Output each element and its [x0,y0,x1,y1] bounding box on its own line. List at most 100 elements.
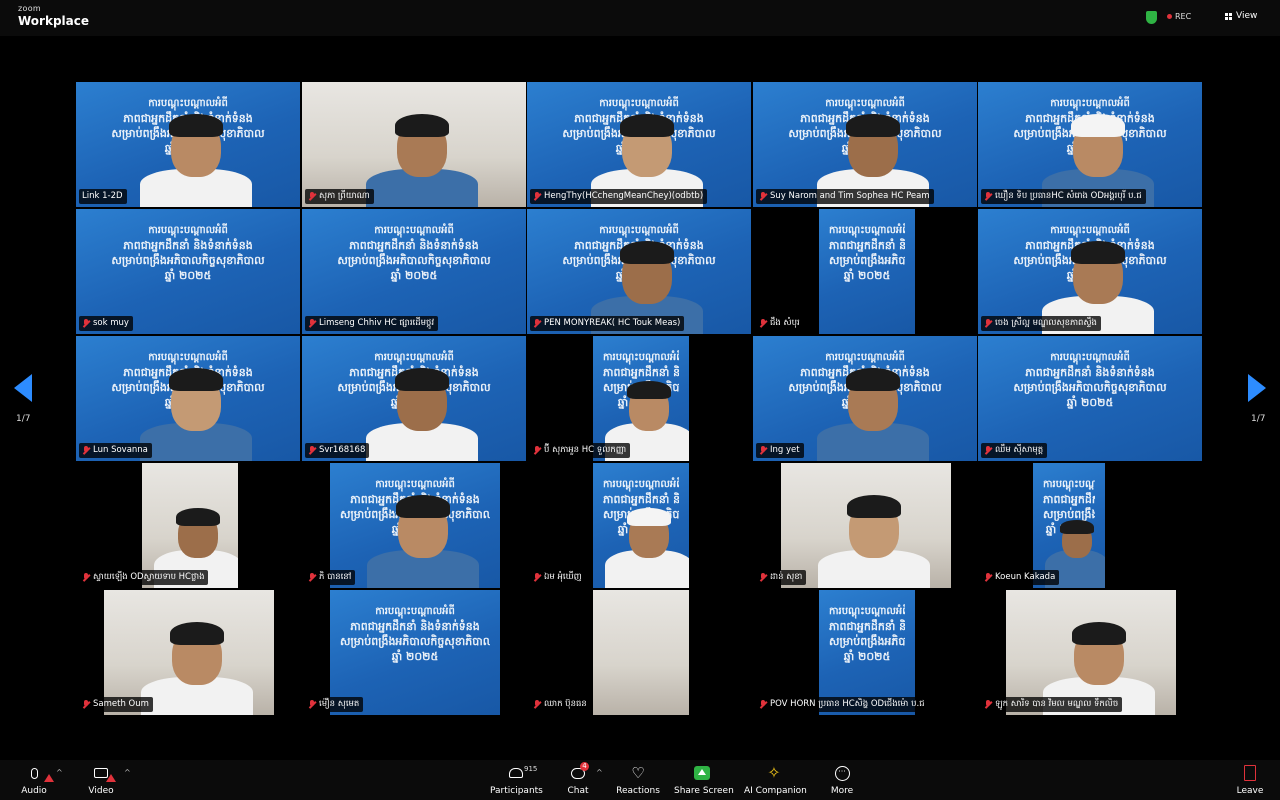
participant-tile[interactable]: ឡូក សារិទ បាន វិមល មណ្ឌល ទឹកលិច [978,590,1202,715]
ai-companion-label: AI Companion [744,786,807,796]
page-indicator-left: 1/7 [16,414,31,424]
participants-button[interactable]: 915 Participants [490,764,543,796]
participant-tile[interactable]: ការបណ្តុះបណ្តាលអំពីភាពជាអ្នកដឹកនាំ និងទំ… [302,590,526,715]
leave-button[interactable]: Leave [1236,764,1264,796]
mic-muted-icon [308,192,316,201]
slide-text-line: ការបណ្តុះបណ្តាលអំពី [374,225,454,236]
participant-name: Lun Sovanna [93,445,148,455]
previous-page-arrow-icon[interactable] [14,374,32,402]
participant-tile[interactable]: ការបណ្តុះបណ្តាលអំពីភាពជាអ្នកដឹកនាំ និងទំ… [76,82,300,207]
audio-button[interactable]: Audio [20,764,54,796]
share-screen-button[interactable]: Share Screen [674,764,734,796]
slide-text-line: សម្រាប់ពង្រឹងអភិបាលកិច្ចសុខាភិបាល [340,635,490,648]
participant-silhouette [136,107,256,207]
meeting-toolbar: Audio ^ Video ^ 915 Participants 4 Chat … [0,760,1280,800]
participant-name-label: HengThy(HCchengMeanChey)(odbtb) [530,189,708,204]
participant-name-label: ឡូក សារិទ បាន វិមល មណ្ឌល ទឹកលិច [981,697,1123,712]
participant-tile[interactable]: ការបណ្តុះបណ្តាលអំពីភាពជាអ្នកដឹកនាំ និងទំ… [753,209,977,334]
participant-tile[interactable]: ការបណ្តុះបណ្តាលអំពីភាពជាអ្នកដឹកនាំ និងទំ… [302,336,526,461]
chat-unread-badge: 4 [580,762,589,771]
participant-name: ឯម អុំឃើញ [544,572,582,582]
video-options-chevron-icon[interactable]: ^ [124,768,131,777]
participant-name-label: sok muy [79,316,133,331]
audio-options-chevron-icon[interactable]: ^ [56,768,63,777]
slide-text-line: ឆ្នាំ ២០២៥ [164,269,212,282]
participant-silhouette [362,361,482,461]
shared-slide-banner: ការបណ្តុះបណ្តាលអំពីភាពជាអ្នកដឹកនាំ និងទំ… [86,223,290,283]
recording-indicator[interactable]: REC [1167,12,1191,21]
participant-name: ជឹង សំបុរ [770,318,800,328]
participant-video: ការបណ្តុះបណ្តាលអំពីភាពជាអ្នកដឹកនាំ និងទំ… [593,463,689,588]
participant-name-label: Limseng Chhiv HC ផ្សារដើមថ្កូវ [305,316,439,331]
participant-tile[interactable]: ការបណ្តុះបណ្តាលអំពីភាពជាអ្នកដឹកនាំ និងទំ… [753,336,977,461]
reactions-label: Reactions [616,786,660,796]
participant-tile[interactable]: ការបណ្តុះបណ្តាលអំពីភាពជាអ្នកដឹកនាំ និងទំ… [753,590,977,715]
participant-tile[interactable]: ការបណ្តុះបណ្តាលអំពីភាពជាអ្នកដឹកនាំ និងទំ… [978,463,1202,588]
video-button[interactable]: Video [86,764,116,796]
participant-name: សុភា ព្រីយាណា [319,191,370,201]
participant-tile[interactable]: Sameth Oum [76,590,300,715]
participant-video: ការបណ្តុះបណ្តាលអំពីភាពជាអ្នកដឹកនាំ និងទំ… [819,209,915,334]
participant-tile[interactable]: ការបណ្តុះបណ្តាលអំពីភាពជាអ្នកដឹកនាំ និងទំ… [302,209,526,334]
participant-tile[interactable]: ឈាក ប៊ុនធន [527,590,751,715]
more-button[interactable]: ··· More [828,764,856,796]
participant-name-label: POV HORN ប្រធាន HCសិង្ហ ODជើងម៉ោ ប.ជ [756,697,929,712]
participant-name-label: ម៉ឿន សុមេត [305,697,364,712]
participant-tile[interactable]: ការបណ្តុះបណ្តាលអំពីភាពជាអ្នកដឹកនាំ និងទំ… [978,209,1202,334]
slide-text-line: ភាពជាអ្នកដឹកនាំ និងទំនាក់ទំនង [829,620,905,633]
reactions-button[interactable]: ♡ Reactions [616,764,660,796]
record-dot-icon [1167,14,1172,19]
security-shield-icon[interactable] [1146,11,1157,24]
slide-text-line: សម្រាប់ពង្រឹងអភិបាលកិច្ចសុខាភិបាល [829,635,905,648]
participant-name-label: Koeun Kakada [981,570,1060,585]
participant-name-label: PEN MONYREAK( HC Touk Meas) [530,316,685,331]
participant-name: ឡូក សារិទ បាន វិមល មណ្ឌល ទឹកលិច [995,699,1119,709]
slide-text-line: ឆ្នាំ ២០២៥ [391,650,439,663]
participant-tile[interactable]: ការបណ្តុះបណ្តាលអំពីភាពជាអ្នកដឹកនាំ និងទំ… [978,82,1202,207]
participant-tile[interactable]: ការបណ្តុះបណ្តាលអំពីភាពជាអ្នកដឹកនាំ និងទំ… [978,336,1202,461]
participant-silhouette [363,488,483,588]
mic-muted-icon [308,700,316,709]
next-page-arrow-icon[interactable] [1248,374,1266,402]
top-bar: zoom Workplace REC View [0,0,1280,36]
participant-tile[interactable]: ការបណ្តុះបណ្តាលអំពីភាពជាអ្នកដឹកនាំ និងទំ… [76,336,300,461]
participant-tile[interactable]: ការបណ្តុះបណ្តាលអំពីភាពជាអ្នកដឹកនាំ និងទំ… [302,463,526,588]
shared-slide-banner: ការបណ្តុះបណ្តាលអំពីភាពជាអ្នកដឹកនាំ និងទំ… [988,350,1192,410]
participant-tile[interactable]: ការបណ្តុះបណ្តាលអំពីភាពជាអ្នកដឹកនាំ និងទំ… [527,336,751,461]
chat-options-chevron-icon[interactable]: ^ [596,768,603,777]
participant-name-label: ឯម អុំឃើញ [530,570,586,585]
mic-muted-icon [984,446,992,455]
ai-companion-button[interactable]: ✧ AI Companion [744,764,807,797]
participant-name: Link 1-2D [82,191,123,201]
mic-muted-icon [759,319,767,328]
slide-text-line: ឆ្នាំ ២០២៥ [843,650,891,663]
slide-text-line: ការបណ្តុះបណ្តាលអំពី [375,606,455,617]
chat-button[interactable]: 4 Chat [564,762,592,796]
participant-tile[interactable]: ការបណ្តុះបណ្តាលអំពីភាពជាអ្នកដឹកនាំ និងទំ… [76,209,300,334]
participant-silhouette [362,107,482,207]
participant-tile[interactable]: ការបណ្តុះបណ្តាលអំពីភាពជាអ្នកដឹកនាំ និងទំ… [527,82,751,207]
mic-muted-icon [308,319,316,328]
view-button[interactable]: View [1225,11,1257,21]
participant-tile[interactable]: ដាន់ សុខា [753,463,977,588]
participant-video: ការបណ្តុះបណ្តាលអំពីភាពជាអ្នកដឹកនាំ និងទំ… [330,463,500,588]
participant-tile[interactable]: ការបណ្តុះបណ្តាលអំពីភាពជាអ្នកដឹកនាំ និងទំ… [527,209,751,334]
participant-name-label: Link 1-2D [79,189,127,204]
participant-tile[interactable]: ការបណ្តុះបណ្តាលអំពីភាពជាអ្នកដឹកនាំ និងទំ… [527,463,751,588]
brand-small: zoom [18,4,41,13]
participant-tile[interactable]: ស្ទាយឡើង ODស្វាយទាប HCថ្លាង [76,463,300,588]
chat-label: Chat [567,786,589,796]
participant-tile[interactable]: សុភា ព្រីយាណា [302,82,526,207]
participant-name: ឈឹម ស៊ីសាមុត្ត [995,445,1044,455]
mic-muted-icon [308,573,316,582]
mic-muted-icon [984,319,992,328]
zoom-workplace-logo: zoom Workplace [18,4,89,28]
participant-name: HengThy(HCchengMeanChey)(odbtb) [544,191,704,201]
shared-slide-banner: ការបណ្តុះបណ្តាលអំពីភាពជាអ្នកដឹកនាំ និងទំ… [829,604,905,664]
mic-muted-icon [759,446,767,455]
mic-muted-icon [984,192,992,201]
share-screen-label: Share Screen [674,786,734,796]
participant-name: Suy Narom and Tim Sophea HC Peam [770,191,930,201]
participant-tile[interactable]: ការបណ្តុះបណ្តាលអំពីភាពជាអ្នកដឹកនាំ និងទំ… [753,82,977,207]
mic-muted-icon [82,319,90,328]
